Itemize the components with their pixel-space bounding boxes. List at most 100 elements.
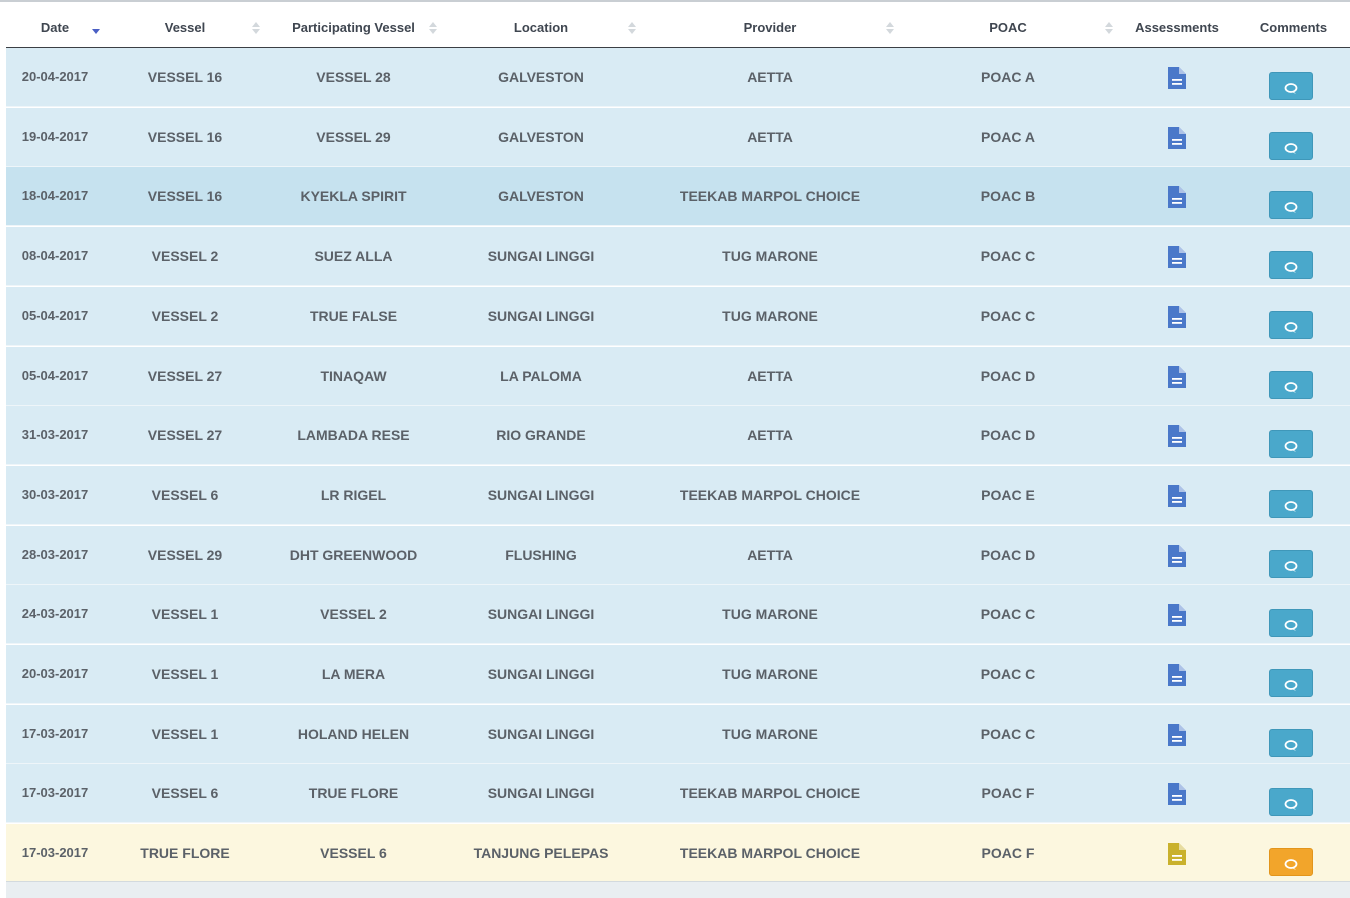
location-cell: RIO GRANDE: [496, 427, 586, 443]
table-row[interactable]: 17-03-2017 VESSEL 6 TRUE FLORE SUNGAI LINGG…: [6, 764, 1350, 823]
table-row[interactable]: 31-03-2017 VESSEL 27 LAMBADA RESE RIO GRAND…: [6, 406, 1350, 465]
participating-vessel-cell: HOLAND HELEN: [297, 726, 410, 742]
comments-button[interactable]: [1269, 72, 1313, 100]
sort-both-icon[interactable]: [252, 21, 260, 35]
column-header-provider[interactable]: Provider: [641, 4, 899, 47]
sort-desc-icon[interactable]: [92, 21, 100, 35]
document-icon[interactable]: [1167, 185, 1187, 209]
poac-cell: POAC E: [981, 487, 1035, 503]
participating-vessel-cell: VESSEL 6: [320, 845, 387, 861]
table-row[interactable]: 20-03-2017 VESSEL 1 LA MERA SUNGAI LINGGI TU…: [6, 645, 1350, 704]
location-cell: TANJUNG PELEPAS: [473, 845, 609, 861]
document-icon[interactable]: [1167, 365, 1187, 389]
chat-bubble-icon: [1284, 501, 1298, 512]
table-row[interactable]: 17-03-2017 TRUE FLORE VESSEL 6 TANJUNG PELE…: [6, 824, 1350, 883]
sort-both-icon[interactable]: [429, 21, 437, 35]
comments-button[interactable]: [1269, 251, 1313, 279]
chat-bubble-icon: [1284, 799, 1298, 810]
provider-cell: TUG MARONE: [722, 606, 818, 622]
document-icon[interactable]: [1167, 782, 1187, 806]
comments-button[interactable]: [1269, 490, 1313, 518]
sort-both-icon[interactable]: [886, 21, 894, 35]
vessel-cell: VESSEL 2: [151, 308, 219, 324]
chat-bubble-icon: [1284, 561, 1298, 572]
table-row[interactable]: 30-03-2017 VESSEL 6 LR RIGEL SUNGAI LINGGI T…: [6, 466, 1350, 525]
document-icon[interactable]: [1167, 66, 1187, 90]
vessel-cell: VESSEL 6: [151, 487, 219, 503]
comments-button[interactable]: [1269, 669, 1313, 697]
date-cell: 30-03-2017: [21, 487, 89, 502]
column-header-assessments-label: Assessments: [1135, 20, 1219, 35]
participating-vessel-cell: LA MERA: [321, 666, 386, 682]
document-icon[interactable]: [1167, 245, 1187, 269]
column-header-participating-vessel[interactable]: Participating Vessel: [266, 4, 441, 47]
table-row[interactable]: 17-03-2017 VESSEL 1 HOLAND HELEN SUNGAI LIN…: [6, 705, 1350, 764]
table-row[interactable]: 05-04-2017 VESSEL 2 TRUE FALSE SUNGAI LINGG…: [6, 287, 1350, 346]
location-cell: SUNGAI LINGGI: [487, 248, 595, 264]
provider-cell: TUG MARONE: [722, 308, 818, 324]
date-cell: 24-03-2017: [21, 606, 89, 621]
sort-both-icon[interactable]: [628, 21, 636, 35]
table-header: Date Vessel Participating Vessel Locatio…: [6, 4, 1350, 49]
document-icon[interactable]: [1167, 126, 1187, 150]
chat-bubble-icon: [1284, 202, 1298, 213]
column-header-poac-label: POAC: [989, 20, 1027, 35]
comments-button[interactable]: [1269, 609, 1313, 637]
date-cell: 20-03-2017: [21, 666, 89, 681]
document-icon[interactable]: [1167, 723, 1187, 747]
poac-cell: POAC C: [980, 308, 1036, 324]
provider-cell: TEEKAB MARPOL CHOICE: [679, 785, 861, 801]
provider-cell: TEEKAB MARPOL CHOICE: [679, 845, 861, 861]
document-icon[interactable]: [1167, 544, 1187, 568]
chat-bubble-icon: [1284, 859, 1298, 870]
comments-button[interactable]: [1269, 729, 1313, 757]
vessel-cell: VESSEL 27: [147, 368, 223, 384]
column-header-vessel[interactable]: Vessel: [104, 4, 266, 47]
document-icon[interactable]: [1167, 842, 1187, 866]
provider-cell: TUG MARONE: [722, 248, 818, 264]
column-header-poac[interactable]: POAC: [899, 4, 1117, 47]
document-icon[interactable]: [1167, 603, 1187, 627]
date-cell: 05-04-2017: [21, 308, 89, 323]
participating-vessel-cell: LAMBADA RESE: [297, 427, 410, 443]
provider-cell: AETTA: [747, 129, 793, 145]
table-row[interactable]: 08-04-2017 VESSEL 2 SUEZ ALLA SUNGAI LINGGI…: [6, 227, 1350, 286]
column-header-date[interactable]: Date: [6, 4, 104, 47]
table-row[interactable]: 19-04-2017 VESSEL 16 VESSEL 29 GALVESTON AET…: [6, 108, 1350, 167]
table-row[interactable]: 18-04-2017 VESSEL 16 KYEKLA SPIRIT GALVESTO…: [6, 167, 1350, 226]
chat-bubble-icon: [1284, 740, 1298, 751]
provider-cell: AETTA: [747, 368, 793, 384]
vessel-cell: VESSEL 16: [147, 129, 223, 145]
provider-cell: AETTA: [747, 69, 793, 85]
participating-vessel-cell: DHT GREENWOOD: [289, 547, 418, 563]
participating-vessel-cell: LR RIGEL: [320, 487, 387, 503]
comments-button[interactable]: [1269, 550, 1313, 578]
column-header-location[interactable]: Location: [441, 4, 641, 47]
document-icon[interactable]: [1167, 484, 1187, 508]
comments-button[interactable]: [1269, 430, 1313, 458]
comments-button[interactable]: [1269, 848, 1313, 876]
participating-vessel-cell: VESSEL 28: [316, 69, 391, 85]
date-cell: 31-03-2017: [21, 427, 89, 442]
comments-button[interactable]: [1269, 191, 1313, 219]
document-icon[interactable]: [1167, 424, 1187, 448]
comments-button[interactable]: [1269, 311, 1313, 339]
table-footer-bar: [6, 881, 1350, 898]
table-row[interactable]: 20-04-2017 VESSEL 16 VESSEL 28 GALVESTON AET…: [6, 48, 1350, 107]
comments-button[interactable]: [1269, 371, 1313, 399]
comments-button[interactable]: [1269, 132, 1313, 160]
chat-bubble-icon: [1284, 441, 1298, 452]
poac-cell: POAC D: [980, 368, 1036, 384]
date-cell: 28-03-2017: [21, 547, 89, 562]
column-header-comments-label: Comments: [1259, 20, 1328, 35]
table-row[interactable]: 05-04-2017 VESSEL 27 TINAQAW LA PALOMA AETTA…: [6, 347, 1350, 406]
table-row[interactable]: 28-03-2017 VESSEL 29 DHT GREENWOOD FLUSHING…: [6, 526, 1350, 585]
vessel-cell: VESSEL 16: [147, 69, 223, 85]
document-icon[interactable]: [1167, 305, 1187, 329]
sort-both-icon[interactable]: [1105, 21, 1113, 35]
comments-button[interactable]: [1269, 788, 1313, 816]
table-row[interactable]: 24-03-2017 VESSEL 1 VESSEL 2 SUNGAI LINGGI T…: [6, 585, 1350, 644]
document-icon[interactable]: [1167, 663, 1187, 687]
location-cell: SUNGAI LINGGI: [487, 487, 595, 503]
participating-vessel-cell: VESSEL 2: [320, 606, 387, 622]
